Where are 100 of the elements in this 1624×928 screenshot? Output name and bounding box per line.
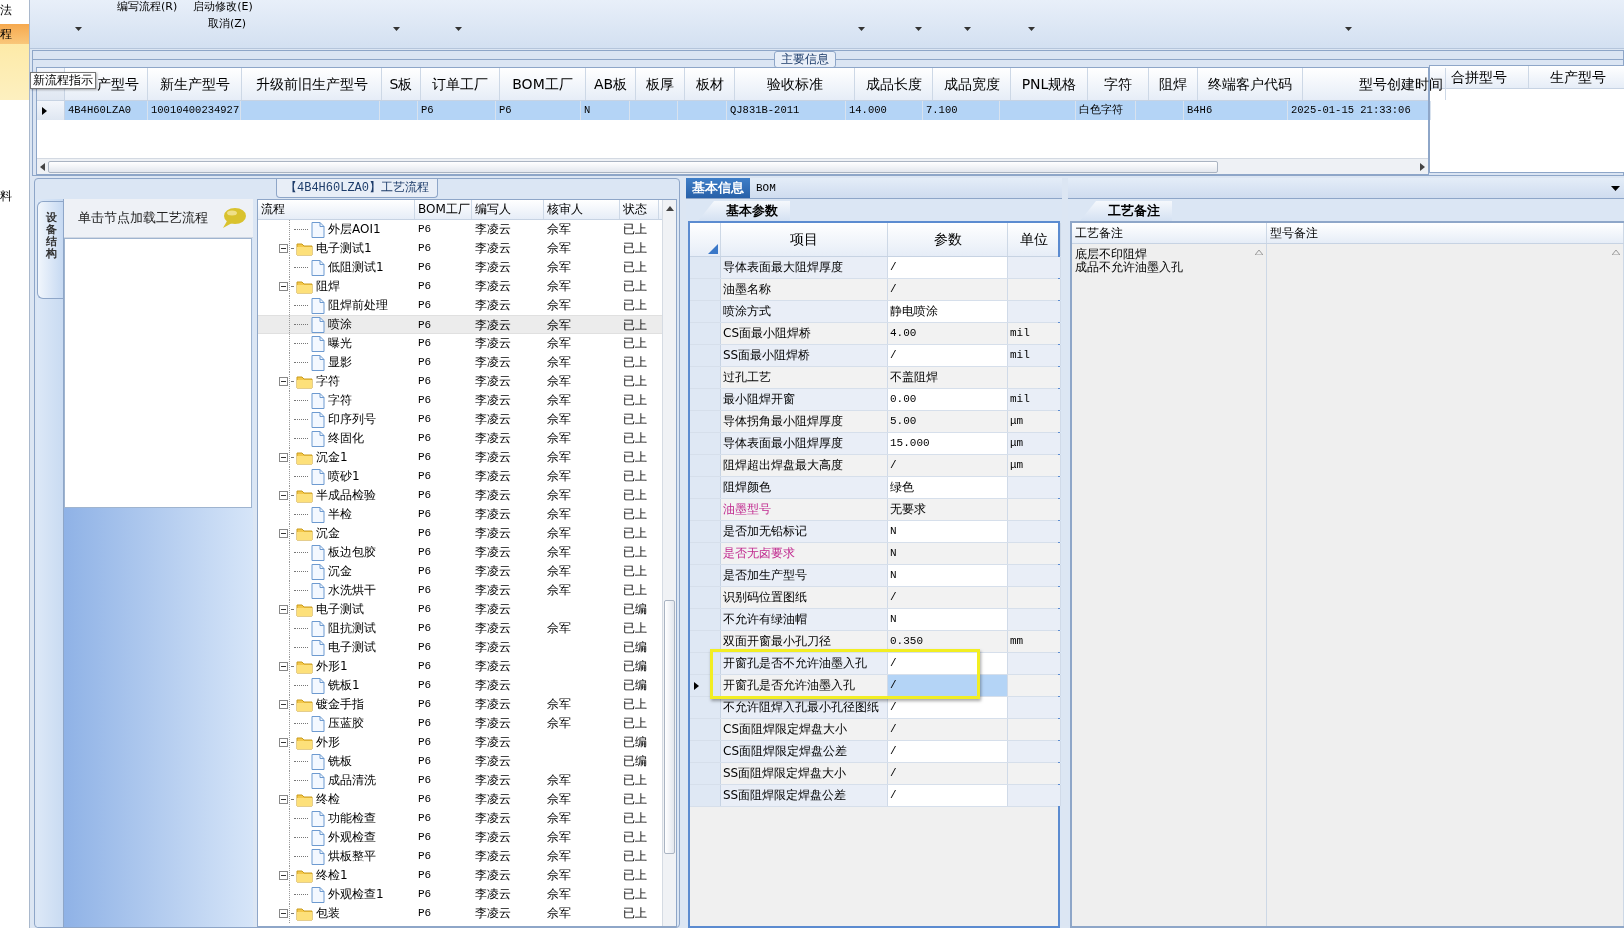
tree-row[interactable]: 低阻测试1 P6 李凌云 佘军 已上 [258,258,662,277]
tree-row[interactable]: 电子测试 P6 李凌云 已编 [258,638,662,657]
table-cell[interactable]: / [888,763,1008,784]
tree-row[interactable]: 压蓝胶 P6 李凌云 佘军 已上 [258,714,662,733]
tree-row[interactable]: 电子测试 P6 李凌云 已编 [258,600,662,619]
column-header[interactable]: 成品长度 [855,68,933,100]
dropdown-caret-icon[interactable] [1611,185,1620,191]
collapse-icon[interactable] [279,605,288,614]
tree-row[interactable]: 板边包胶 P6 李凌云 佘军 已上 [258,543,662,562]
column-header[interactable]: 流程 [258,200,415,219]
tree-row[interactable]: 终固化 P6 李凌云 佘军 已上 [258,429,662,448]
tree-row[interactable]: 镀金手指 P6 李凌云 佘军 已上 [258,695,662,714]
table-cell[interactable]: / [888,587,1008,608]
collapse-icon[interactable] [279,282,288,291]
tree-row[interactable]: 沉金 P6 李凌云 佘军 已上 [258,562,662,581]
table-cell[interactable]: N [888,565,1008,586]
collapse-icon[interactable] [279,491,288,500]
column-header[interactable]: 成品宽度 [933,68,1011,100]
table-row[interactable]: 4B4H60LZA0 10010400234927 P6 P6 N QJ831B-2011 14.000 7.100 白色字符 B4H6 2025-01-15 21:33:06 [37,101,1428,120]
tree-row[interactable]: 阻焊 P6 李凌云 佘军 已上 [258,277,662,296]
column-header[interactable]: 生产型号 [1529,66,1624,88]
table-cell[interactable]: 静电喷涂 [888,301,1008,322]
table-cell[interactable]: 无要求 [888,499,1008,520]
table-cell[interactable]: 绿色 [888,477,1008,498]
tree-row[interactable]: 烘板整平 P6 李凌云 佘军 已上 [258,847,662,866]
column-header[interactable]: 字符 [1088,68,1149,100]
column-header[interactable]: 工艺备注 [1072,223,1267,243]
tree-row[interactable]: 包装 P6 李凌云 佘军 已上 [258,904,662,923]
tree-row[interactable]: 曝光 P6 李凌云 佘军 已上 [258,334,662,353]
collapse-icon[interactable] [279,244,288,253]
table-cell[interactable]: / [888,697,1008,718]
tree-row[interactable]: 喷砂1 P6 李凌云 佘军 已上 [258,467,662,486]
tree-row[interactable]: 半成品检验 P6 李凌云 佘军 已上 [258,486,662,505]
tab[interactable]: 基本参数 [698,201,790,221]
scroll-left-icon[interactable] [40,162,45,171]
tree-row[interactable]: 终检 P6 李凌云 佘军 已上 [258,790,662,809]
scrollbar-thumb[interactable] [664,600,675,854]
dropdown-caret-icon[interactable] [915,27,922,31]
table-cell[interactable]: / [888,719,1008,740]
dropdown-caret-icon[interactable] [393,27,400,31]
tree-row[interactable]: 沉金1 P6 李凌云 佘军 已上 [258,448,662,467]
tree-row[interactable]: 外观检查1 P6 李凌云 佘军 已上 [258,885,662,904]
collapse-icon[interactable] [279,377,288,386]
side-menu-item[interactable]: 程 [0,24,29,100]
column-header[interactable]: 阻焊 [1149,68,1198,100]
collapse-icon[interactable] [279,909,288,918]
tree-row[interactable]: 外形1 P6 李凌云 已编 [258,657,662,676]
column-header[interactable]: 验收标准 [735,68,855,100]
tree-row[interactable]: 喷涂 P6 李凌云 佘军 已上 [258,315,662,334]
tree-row[interactable]: 字符 P6 李凌云 佘军 已上 [258,372,662,391]
toolbar-button[interactable]: 编写流程(R) [117,0,178,16]
scroll-right-icon[interactable] [1420,162,1425,171]
tree-row[interactable]: 外层AOI1 P6 李凌云 佘军 已上 [258,220,662,239]
dropdown-caret-icon[interactable] [964,27,971,31]
tree-row[interactable]: 外观检查 P6 李凌云 佘军 已上 [258,828,662,847]
collapse-icon[interactable] [279,700,288,709]
table-cell[interactable]: / [888,345,1008,366]
column-header[interactable]: AB板 [586,68,636,100]
column-header[interactable]: S板 [382,68,421,100]
tree-row[interactable]: 铣板1 P6 李凌云 已编 [258,676,662,695]
table-cell[interactable]: / [888,257,1008,278]
column-header[interactable]: PNL规格 [1011,68,1088,100]
scroll-up-icon[interactable] [666,206,674,211]
tab[interactable]: 工艺备注 [1080,201,1172,221]
table-cell[interactable]: 4.00 [888,323,1008,344]
table-cell[interactable]: / [888,653,1008,674]
tree-row[interactable]: 半检 P6 李凌云 佘军 已上 [258,505,662,524]
table-cell[interactable]: N [888,609,1008,630]
tree-row[interactable]: 外形 P6 李凌云 已编 [258,733,662,752]
toolbar-button[interactable]: 取消(Z) [208,17,247,30]
tree-row[interactable]: 终检1 P6 李凌云 佘军 已上 [258,866,662,885]
side-menu-item[interactable]: 法 [0,0,29,20]
column-header[interactable]: 状态 [620,200,659,219]
table-cell[interactable]: 0.00 [888,389,1008,410]
dropdown-caret-icon[interactable] [75,27,82,31]
table-cell[interactable]: 15.000 [888,433,1008,454]
column-header[interactable]: 升级前旧生产型号 [242,68,382,100]
tab[interactable]: 基本信息 [686,178,750,198]
scrollbar-thumb[interactable] [48,160,1218,173]
table-cell[interactable]: / [888,675,1008,696]
table-cell[interactable]: / [888,785,1008,806]
column-header[interactable]: 单位 [1008,223,1061,256]
tree-row[interactable]: 水洗烘干 P6 李凌云 佘军 已上 [258,581,662,600]
table-cell[interactable]: / [888,741,1008,762]
tab[interactable]: BOM [750,178,782,198]
column-header[interactable]: 项目 [721,223,888,256]
collapse-icon[interactable] [279,453,288,462]
dropdown-caret-icon[interactable] [858,27,865,31]
dropdown-caret-icon[interactable] [1028,27,1035,31]
collapse-icon[interactable] [279,738,288,747]
column-header[interactable]: 终端客户代码 [1198,68,1303,100]
collapse-icon[interactable] [279,662,288,671]
dropdown-caret-icon[interactable] [455,27,462,31]
column-header[interactable]: BOM工厂 [500,68,586,100]
column-header[interactable]: 板厚 [636,68,685,100]
collapse-icon[interactable] [279,529,288,538]
column-header[interactable]: BOM工厂 [415,200,472,219]
table-cell[interactable]: N [888,543,1008,564]
table-cell[interactable]: / [888,455,1008,476]
tree-row[interactable]: 成品清洗 P6 李凌云 佘军 已上 [258,771,662,790]
